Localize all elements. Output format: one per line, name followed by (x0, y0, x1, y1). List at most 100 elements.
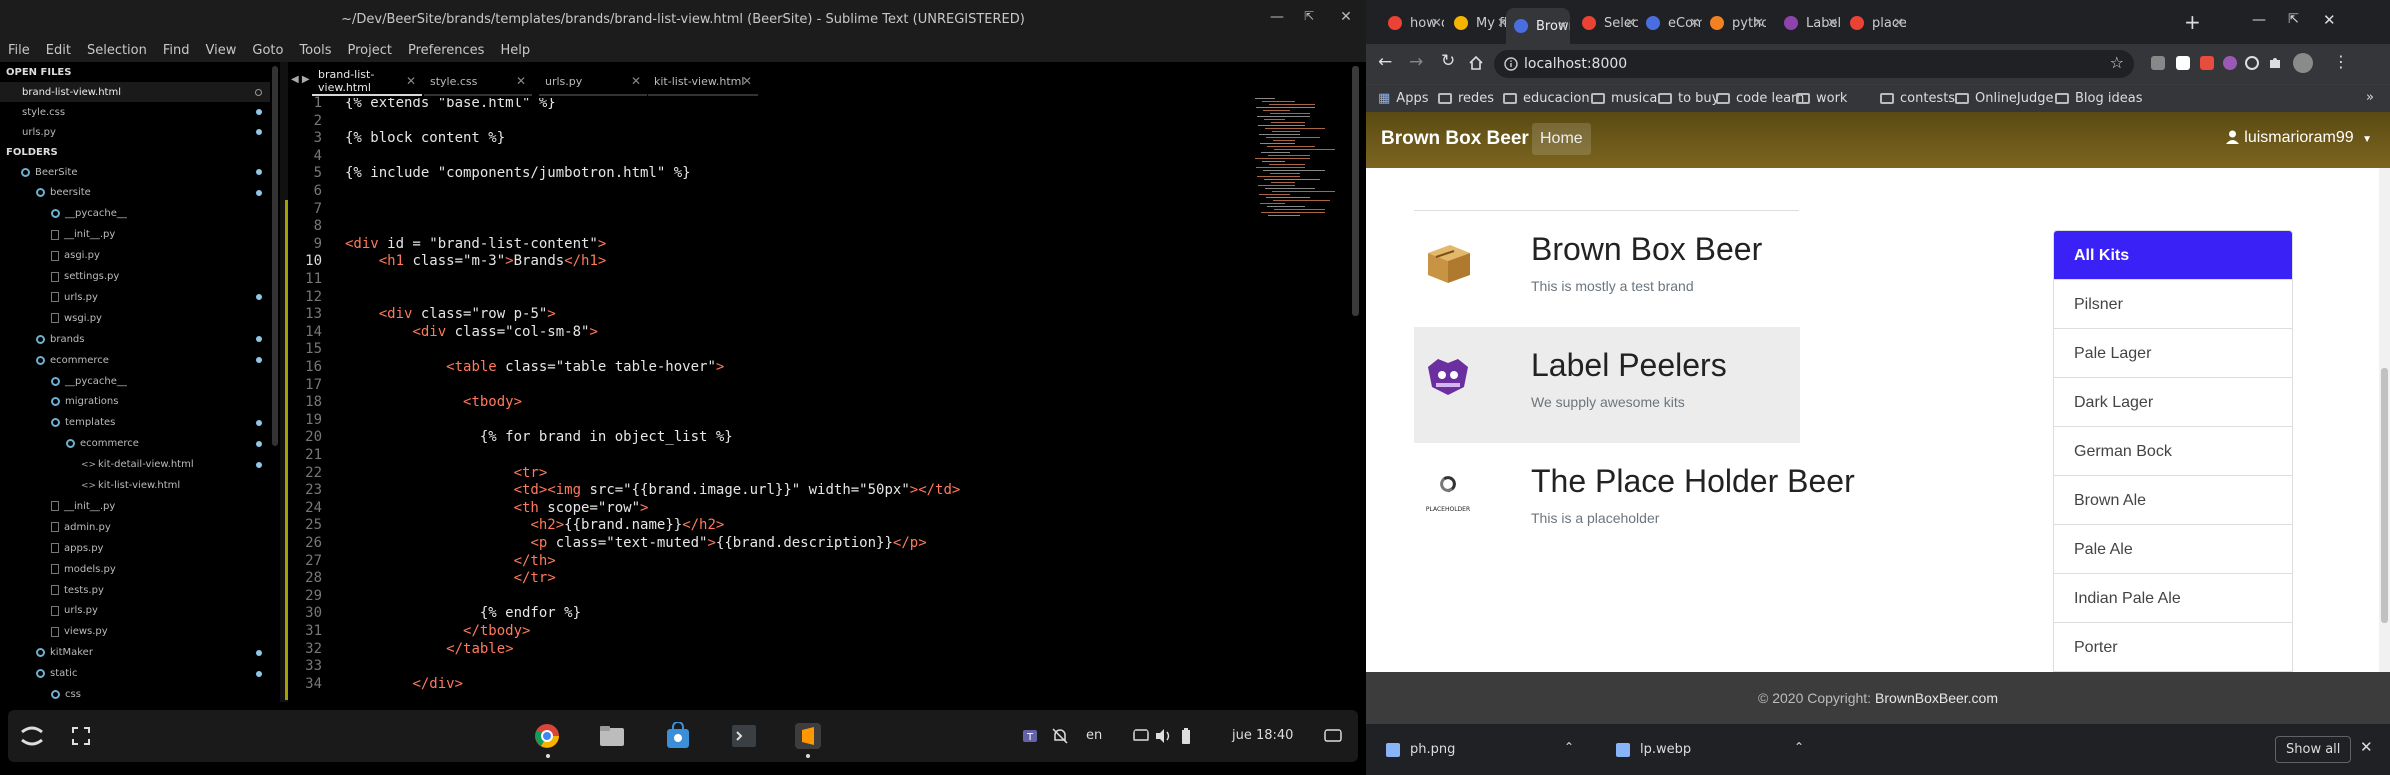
forward-icon[interactable]: → (1409, 52, 1423, 72)
browser-tab[interactable]: place ✕ (1842, 8, 1906, 38)
bookmark-educacion[interactable]: educacion (1503, 91, 1590, 106)
menu-item-edit[interactable]: Edit (46, 43, 71, 58)
bookmark-redes[interactable]: redes (1438, 91, 1494, 106)
minimize-icon[interactable]: — (1267, 9, 1287, 25)
open-file-item[interactable]: urls.py (0, 122, 270, 142)
sidebar-tree-item[interactable]: kitMaker (0, 643, 270, 663)
code-line[interactable]: <table class="table table-hover"> (345, 358, 724, 376)
sidebar-tree-item[interactable]: models.py (0, 559, 270, 579)
code-line[interactable]: <div class="row p-5"> (345, 305, 556, 323)
sidebar-tree-item[interactable]: wsgi.py (0, 308, 270, 328)
bookmark-work[interactable]: work (1796, 91, 1847, 106)
more-menu-icon[interactable]: ⋮ (2333, 52, 2349, 71)
restore-icon[interactable]: ⇱ (1299, 9, 1319, 23)
browser-tab[interactable]: how d✕ (1380, 8, 1444, 38)
reload-icon[interactable]: ↻ (1441, 51, 1455, 71)
show-desktop-icon[interactable] (1324, 728, 1342, 744)
code-line[interactable]: </table> (345, 640, 513, 658)
minimap[interactable] (1245, 98, 1345, 228)
sidebar-tree-item[interactable]: <> kit-list-view.html (0, 476, 270, 496)
kit-list-item[interactable]: Pale Ale (2054, 525, 2292, 574)
sidebar-tree-item[interactable]: settings.py (0, 267, 270, 287)
bookmark-code-learn[interactable]: code learn (1716, 91, 1804, 106)
footer-link[interactable]: BrownBoxBeer.com (1875, 690, 1998, 706)
workspaces-icon[interactable] (70, 725, 92, 747)
page-scrollbar[interactable] (2379, 168, 2390, 724)
browser-tab[interactable]: Selec ✕ (1574, 8, 1638, 38)
browser-tab[interactable]: eCom ✕ (1638, 8, 1702, 38)
browser-tab[interactable]: Label ✕ (1776, 8, 1840, 38)
battery-icon[interactable] (1180, 727, 1192, 745)
show-all-button[interactable]: Show all (2275, 736, 2352, 763)
menu-item-help[interactable]: Help (500, 43, 530, 58)
zorin-menu-icon[interactable] (18, 722, 46, 750)
sidebar-tree-item[interactable]: views.py (0, 622, 270, 642)
minimize-icon[interactable]: — (2252, 12, 2266, 28)
sidebar-tree-item[interactable]: migrations (0, 392, 270, 412)
editor-tab[interactable]: kit-list-view.html ✕ (648, 68, 758, 96)
bookmark-contests[interactable]: contests (1880, 91, 1955, 106)
kit-list-item[interactable]: All Kits (2054, 231, 2292, 280)
unsaved-dot-icon[interactable] (256, 109, 262, 115)
close-tab-icon[interactable]: ✕ (406, 74, 416, 88)
close-tab-icon[interactable]: ✕ (516, 74, 526, 88)
code-line[interactable]: </tr> (345, 569, 556, 587)
back-icon[interactable]: ← (1378, 52, 1392, 72)
site-brand[interactable]: Brown Box Beer (1381, 128, 1529, 150)
sidebar-tree-item[interactable]: <> kit-detail-view.html (0, 455, 270, 475)
close-icon[interactable]: ✕ (1336, 9, 1356, 25)
sidebar-tree-item[interactable]: __pycache__ (0, 371, 270, 391)
close-tab-icon[interactable]: ✕ (1557, 19, 1568, 34)
code-line[interactable]: <h1 class="m-3">Brands</h1> (345, 252, 607, 270)
bookmark-onlinejudge[interactable]: OnlineJudge (1955, 91, 2054, 106)
extension-icon[interactable] (2245, 56, 2259, 70)
code-line[interactable]: <p class="text-muted">{{brand.descriptio… (345, 534, 926, 552)
extension-icon[interactable] (2176, 56, 2190, 70)
new-tab-icon[interactable]: + (2184, 10, 2201, 34)
browser-tab[interactable]: Brown✕ (1506, 8, 1570, 44)
menu-item-file[interactable]: File (8, 43, 30, 58)
kit-list-item[interactable]: Porter (2054, 623, 2292, 672)
bookmark-to-buy[interactable]: to buy (1658, 91, 1719, 106)
close-tab-icon[interactable]: ✕ (1431, 16, 1442, 31)
code-line[interactable]: </div> (345, 675, 463, 693)
close-tab-icon[interactable]: ✕ (1689, 16, 1700, 31)
restore-icon[interactable]: ⇱ (2288, 12, 2299, 27)
editor-tab[interactable]: style.css ✕ (424, 68, 532, 96)
sidebar-tree-item[interactable]: apps.py (0, 538, 270, 558)
chrome-icon[interactable] (533, 722, 561, 750)
close-icon[interactable]: ✕ (2323, 11, 2336, 29)
home-icon[interactable] (1468, 55, 1484, 71)
close-tab-icon[interactable]: ✕ (631, 74, 641, 88)
brand-row[interactable]: PLACEHOLDER The Place Holder Beer This i… (1414, 443, 1855, 559)
info-icon[interactable] (1504, 57, 1518, 71)
open-file-item[interactable]: style.css (0, 102, 270, 122)
sidebar-tree-item[interactable]: ecommerce (0, 350, 270, 370)
sidebar-tree-item[interactable]: tests.py (0, 580, 270, 600)
sidebar-tree-item[interactable]: brands (0, 329, 270, 349)
kit-list-item[interactable]: Dark Lager (2054, 378, 2292, 427)
code-line[interactable]: <th scope="row"> (345, 499, 649, 517)
kit-list-item[interactable]: Pale Lager (2054, 329, 2292, 378)
chevron-up-icon[interactable]: ⌃ (1564, 740, 1574, 754)
sidebar-tree-item[interactable]: asgi.py (0, 246, 270, 266)
code-line[interactable]: {% block content %} (345, 129, 505, 147)
menu-item-selection[interactable]: Selection (87, 43, 147, 58)
menu-item-tools[interactable]: Tools (299, 43, 331, 58)
tab-nav-icon[interactable]: ◀ ▶ (291, 74, 310, 85)
kit-list-item[interactable]: Pilsner (2054, 280, 2292, 329)
sublime-text-icon[interactable] (794, 722, 822, 750)
close-tab-icon[interactable]: ✕ (1625, 16, 1636, 31)
notifications-muted-icon[interactable] (1051, 727, 1069, 745)
extension-icon[interactable] (2151, 56, 2165, 70)
clock[interactable]: jue 18:40 (1232, 728, 1293, 743)
sidebar-tree-item[interactable]: BeerSite (0, 162, 270, 182)
user-menu[interactable]: luismarioram99 ▼ (2226, 129, 2372, 147)
more-bookmarks-icon[interactable]: » (2366, 90, 2374, 105)
volume-icon[interactable] (1154, 727, 1172, 745)
download-item[interactable]: ph.png (1386, 742, 1455, 757)
brand-row[interactable]: Label Peelers We supply awesome kits (1414, 327, 1800, 443)
menu-item-goto[interactable]: Goto (252, 43, 283, 58)
menu-item-find[interactable]: Find (163, 43, 190, 58)
bookmark-apps[interactable]: ▦ Apps (1378, 91, 1428, 106)
